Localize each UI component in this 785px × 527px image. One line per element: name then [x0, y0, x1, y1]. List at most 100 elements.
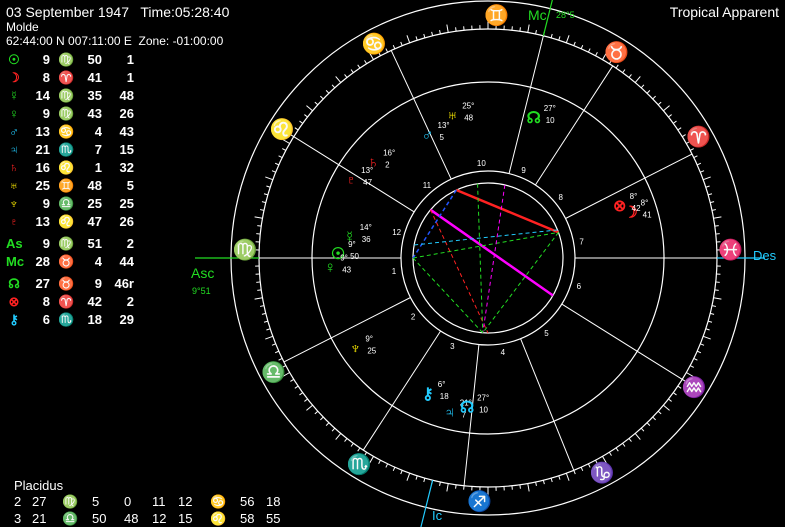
- degree-tick: [713, 297, 722, 300]
- wheel-labels: 123456789101112♉♈♓♒♑♐♏♎♍♌♋♊♅25°48 ☊27°10♂…: [191, 3, 777, 523]
- degree-tick: [350, 69, 354, 74]
- degree-tick: [565, 35, 570, 43]
- degree-tick: [580, 466, 584, 472]
- placement-minutes: 5: [440, 133, 445, 142]
- degree-tick: [455, 484, 457, 489]
- wheel-ring: [412, 182, 564, 334]
- degree-tick: [446, 483, 449, 492]
- degree-tick: [558, 475, 561, 480]
- degree-tick: [314, 101, 319, 106]
- degree-tick: [282, 148, 287, 151]
- aspect-line: [414, 229, 558, 246]
- degree-tick: [254, 216, 263, 219]
- degree-tick: [304, 114, 308, 118]
- degree-tick: [652, 416, 656, 421]
- degree-tick: [711, 305, 717, 307]
- degree-tick: [668, 398, 672, 402]
- degree-tick: [274, 162, 280, 166]
- degree-tick: [615, 447, 619, 452]
- degree-tick: [535, 29, 537, 35]
- degree-tick: [700, 343, 705, 346]
- degree-tick: [392, 44, 396, 50]
- degree-tick: [703, 176, 711, 181]
- degree-tick: [710, 312, 715, 315]
- degree-tick: [622, 442, 626, 447]
- degree-tick: [689, 365, 694, 368]
- degree-tick: [672, 392, 677, 396]
- virgo-icon: ♍: [233, 238, 258, 262]
- node-icon: ☊: [460, 400, 474, 417]
- placement-minutes: 25: [367, 346, 376, 355]
- degree-tick: [696, 162, 702, 166]
- degree-tick: [628, 438, 632, 442]
- aspect-line: [412, 231, 559, 259]
- degree-tick: [331, 84, 336, 89]
- placement-degree: 13°: [438, 121, 450, 130]
- degree-tick: [423, 33, 426, 39]
- aspect-line: [455, 188, 559, 234]
- degree-tick: [707, 320, 713, 323]
- house-number: 9: [521, 166, 526, 175]
- degree-tick: [573, 470, 576, 475]
- degree-tick: [314, 410, 319, 415]
- neptune-icon: ♆: [349, 340, 361, 357]
- house-number: 12: [392, 228, 401, 237]
- house-cusp-line: [390, 50, 452, 180]
- placement-degree: 27°: [477, 394, 489, 403]
- degree-tick: [265, 335, 273, 340]
- degree-tick: [714, 289, 719, 291]
- placement-degree: 25°: [462, 101, 474, 110]
- placement-degree: 16°: [383, 149, 395, 158]
- wheel-ring: [400, 170, 576, 346]
- placement-degree: 13°: [361, 166, 373, 175]
- degree-tick: [608, 451, 612, 456]
- degree-tick: [713, 216, 722, 219]
- degree-tick: [254, 297, 263, 300]
- house-number: 4: [501, 348, 506, 357]
- house-cusp-line: [561, 303, 683, 380]
- degree-tick: [325, 90, 330, 94]
- degree-tick: [519, 484, 521, 489]
- degree-tick: [392, 466, 396, 472]
- degree-tick: [294, 127, 299, 131]
- placement-minutes: 48: [464, 113, 473, 122]
- degree-tick: [573, 41, 576, 46]
- sagittarius-icon: ♐: [467, 489, 492, 513]
- degree-tick: [335, 433, 342, 440]
- placement-degree: 9°: [365, 334, 373, 343]
- degree-tick: [257, 225, 262, 227]
- asc-label: Asc: [191, 265, 214, 281]
- degree-tick: [299, 120, 304, 124]
- degree-tick: [519, 27, 521, 32]
- degree-tick: [580, 44, 584, 50]
- degree-tick: [406, 35, 411, 43]
- degree-tick: [693, 357, 698, 361]
- jupiter-icon: ♃: [444, 404, 456, 421]
- venus-icon: ♀: [324, 259, 336, 276]
- degree-tick: [304, 398, 308, 402]
- chart-wheel: 123456789101112♉♈♓♒♑♐♏♎♍♌♋♊♅25°48 ☊27°10♂…: [191, 0, 777, 527]
- degree-tick: [628, 74, 632, 78]
- degree-tick: [693, 155, 698, 159]
- placement-minutes: 10: [546, 116, 555, 125]
- mc-label: Mc: [528, 7, 547, 23]
- degree-tick: [344, 438, 348, 442]
- degree-tick: [646, 422, 651, 426]
- degree-tick: [657, 101, 662, 106]
- degree-tick: [595, 52, 598, 57]
- angle-axis-line: [420, 480, 434, 527]
- placement-minutes: 2: [385, 161, 390, 170]
- degree-tick: [707, 193, 713, 196]
- taurus-icon: ♉: [604, 40, 629, 64]
- house-number: 3: [450, 342, 455, 351]
- degree-tick: [357, 64, 361, 69]
- degree-tick: [265, 176, 273, 181]
- degree-tick: [271, 170, 276, 173]
- degree-tick: [634, 76, 641, 83]
- degree-tick: [446, 24, 449, 33]
- house-cusp-line: [534, 65, 614, 186]
- degree-tick: [257, 289, 262, 291]
- placement-minutes: 10: [479, 406, 488, 415]
- degree-tick: [663, 404, 670, 411]
- degree-tick: [640, 84, 645, 89]
